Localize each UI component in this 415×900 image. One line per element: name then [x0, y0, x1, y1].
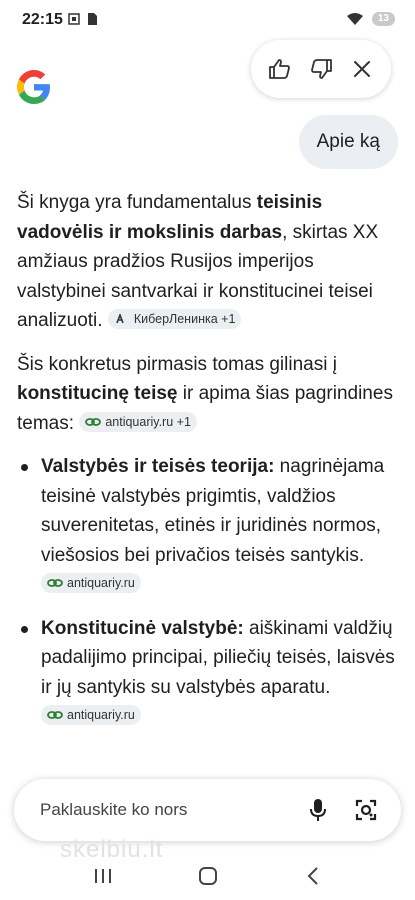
sim-icon — [88, 13, 97, 25]
microphone-icon — [310, 799, 326, 821]
back-button[interactable] — [293, 856, 333, 896]
response-content: Ši knyga yra fundamentalus teisinis vado… — [17, 188, 395, 746]
ask-input[interactable]: Paklauskite ko nors — [40, 800, 283, 820]
thumbs-down-icon — [311, 59, 332, 79]
battery-indicator: 13 — [371, 12, 395, 26]
recent-apps-button[interactable] — [83, 856, 123, 896]
microphone-button[interactable] — [305, 797, 331, 823]
source-chip[interactable]: antiquariy.ru — [41, 705, 141, 725]
status-right: 13 — [346, 12, 395, 26]
screenshot-icon — [68, 13, 80, 25]
link-icon — [47, 579, 63, 587]
source-chip[interactable]: КиберЛенинка +1 — [107, 309, 242, 329]
recent-apps-icon — [94, 869, 111, 883]
response-paragraph-1: Ši knyga yra fundamentalus teisinis vado… — [17, 192, 379, 331]
back-icon — [307, 867, 318, 885]
ask-input-bar[interactable]: Paklauskite ko nors — [14, 779, 401, 841]
link-icon — [47, 711, 63, 719]
lens-button[interactable] — [353, 797, 379, 823]
status-time: 22:15 — [22, 11, 63, 28]
feedback-pill — [251, 40, 391, 98]
thumbs-up-button[interactable] — [264, 53, 296, 85]
link-icon — [85, 417, 102, 426]
lens-icon — [355, 799, 377, 821]
wifi-icon — [346, 13, 363, 25]
home-button[interactable] — [188, 856, 228, 896]
response-paragraph-2: Šis konkretus pirmasis tomas gilinasi į … — [17, 353, 393, 434]
source-chip[interactable]: antiquariy.ru — [41, 573, 141, 593]
google-logo — [17, 70, 50, 104]
home-icon — [198, 867, 217, 885]
status-icons-left — [68, 12, 98, 26]
thumbs-down-button[interactable] — [305, 53, 337, 85]
system-nav-bar — [0, 852, 415, 900]
user-query-bubble: Apie ką — [298, 115, 398, 169]
list-item: Konstitucinė valstybė: aiškinami valdžių… — [17, 614, 395, 732]
response-bullet-list: Valstybės ir teisės teorija: nagrinėjama… — [17, 452, 395, 732]
list-item: Valstybės ir teisės teorija: nagrinėjama… — [17, 452, 395, 600]
close-icon — [354, 61, 371, 77]
thumbs-up-icon — [268, 59, 290, 79]
source-chip[interactable]: antiquariy.ru +1 — [79, 411, 197, 432]
close-button[interactable] — [346, 53, 378, 85]
cyberleninka-icon — [116, 314, 124, 324]
status-bar: 22:15 13 — [0, 0, 415, 40]
